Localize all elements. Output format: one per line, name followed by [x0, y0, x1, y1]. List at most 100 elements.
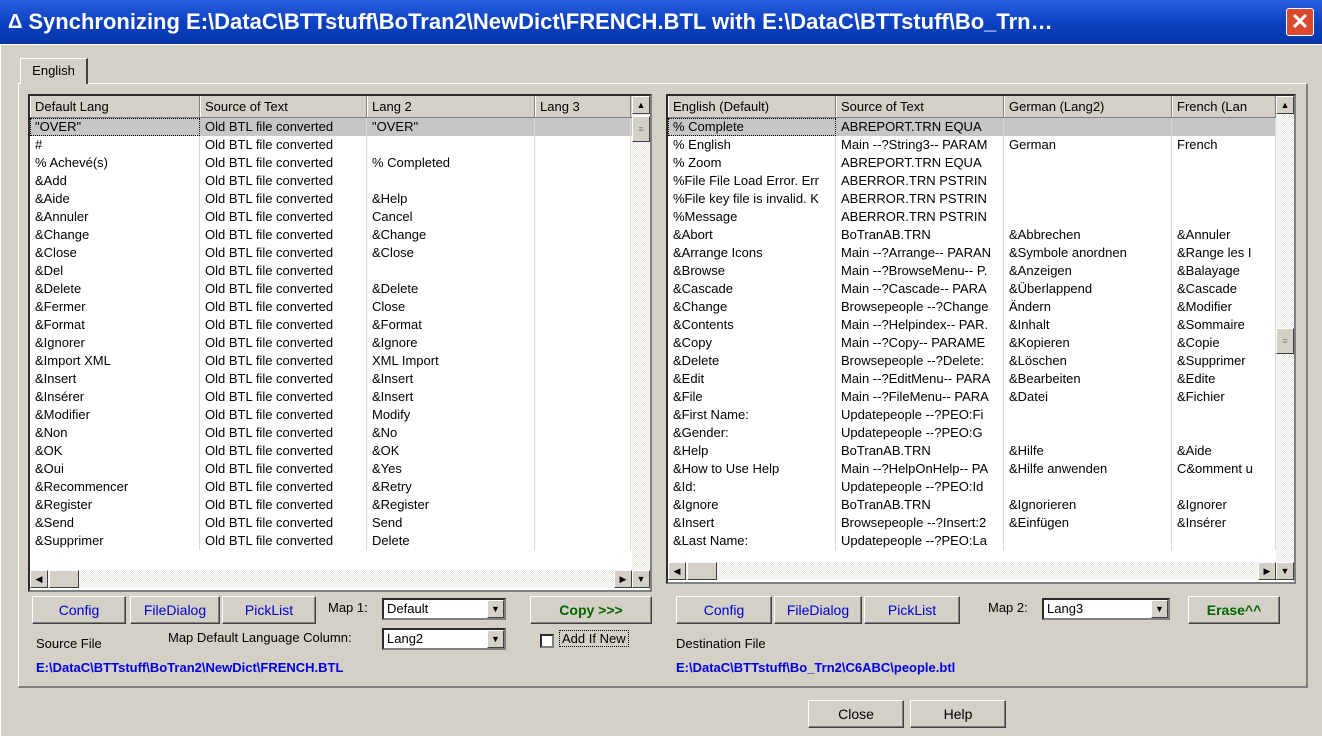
table-row[interactable]: &Gender: Updatepeople --?PEO:G	[668, 424, 1294, 442]
table-row[interactable]: &Import XML Old BTL file converted XML Imp…	[30, 352, 650, 370]
table-row[interactable]: %Message ABERROR.TRN PSTRIN	[668, 208, 1294, 226]
scroll-right-icon[interactable]: ▶	[1258, 562, 1276, 580]
table-row[interactable]: &Non Old BTL file converted &No	[30, 424, 650, 442]
col-header-lang3[interactable]: Lang 3	[535, 96, 631, 117]
table-row[interactable]: %File File Load Error. Err ABERROR.TRN PS…	[668, 172, 1294, 190]
table-row[interactable]: &File Main --?FileMenu-- PARA &Datei &Fichi…	[668, 388, 1294, 406]
tab-english[interactable]: English	[20, 58, 88, 84]
col-header-default-lang[interactable]: Default Lang	[30, 96, 200, 117]
right-config-button[interactable]: Config	[676, 596, 772, 624]
table-row[interactable]: % Zoom ABREPORT.TRN EQUA	[668, 154, 1294, 172]
right-picklist-button[interactable]: PickList	[864, 596, 960, 624]
table-row[interactable]: &Last Name: Updatepeople --?PEO:La	[668, 532, 1294, 550]
map2-select[interactable]: Lang3 ▼	[1042, 598, 1170, 620]
table-row[interactable]: &Insert Browsepeople --?Insert:2 &Einfügen…	[668, 514, 1294, 532]
table-cell	[535, 370, 631, 388]
table-row[interactable]: &Id: Updatepeople --?PEO:Id	[668, 478, 1294, 496]
table-row[interactable]: # Old BTL file converted	[30, 136, 650, 154]
col-header-lang2[interactable]: Lang 2	[367, 96, 535, 117]
scroll-left-icon[interactable]: ◀	[668, 562, 686, 580]
map-default-language-value: Lang2	[387, 631, 424, 646]
table-row[interactable]: &Help BoTranAB.TRN &Hilfe &Aide	[668, 442, 1294, 460]
close-button[interactable]: Close	[808, 700, 904, 728]
scroll-down-icon[interactable]: ▼	[1276, 562, 1294, 580]
table-row[interactable]: &Oui Old BTL file converted &Yes	[30, 460, 650, 478]
table-row[interactable]: &Register Old BTL file converted &Register	[30, 496, 650, 514]
left-config-button[interactable]: Config	[32, 596, 126, 624]
left-filedialog-button[interactable]: FileDialog	[130, 596, 220, 624]
table-row[interactable]: &Add Old BTL file converted	[30, 172, 650, 190]
scroll-thumb[interactable]: ≡	[1276, 328, 1294, 354]
table-row[interactable]: &First Name: Updatepeople --?PEO:Fi	[668, 406, 1294, 424]
table-row[interactable]: &Del Old BTL file converted	[30, 262, 650, 280]
erase-button[interactable]: Erase^^	[1188, 596, 1280, 624]
table-row[interactable]: &Close Old BTL file converted &Close	[30, 244, 650, 262]
map1-select[interactable]: Default ▼	[382, 598, 506, 620]
scroll-thumb[interactable]: ≡	[632, 116, 650, 142]
table-row[interactable]: &Aide Old BTL file converted &Help	[30, 190, 650, 208]
destination-horizontal-scrollbar[interactable]: ◀ ▶ ▼	[668, 562, 1294, 580]
table-row[interactable]: % English Main --?String3-- PARAM German Fr…	[668, 136, 1294, 154]
table-row[interactable]: % Achevé(s) Old BTL file converted% Compl…	[30, 154, 650, 172]
table-row[interactable]: &Copy Main --?Copy-- PARAME &Kopieren &Copi…	[668, 334, 1294, 352]
table-row[interactable]: &Insert Old BTL file converted &Insert	[30, 370, 650, 388]
table-row[interactable]: &Supprimer Old BTL file converted Delete	[30, 532, 650, 550]
col-header-source-of-text[interactable]: Source of Text	[200, 96, 367, 117]
h-scroll-thumb[interactable]	[687, 562, 717, 580]
table-row[interactable]: &Contents Main --?Helpindex-- PAR. &Inhalt…	[668, 316, 1294, 334]
left-picklist-button[interactable]: PickList	[222, 596, 316, 624]
table-row[interactable]: %File key file is invalid. K ABERROR.TRN …	[668, 190, 1294, 208]
table-row[interactable]: &Annuler Old BTL file converted Cancel	[30, 208, 650, 226]
table-row[interactable]: &Modifier Old BTL file converted Modify	[30, 406, 650, 424]
scroll-left-icon[interactable]: ◀	[30, 570, 48, 588]
table-row[interactable]: &Format Old BTL file converted &Format	[30, 316, 650, 334]
table-cell: Old BTL file converted	[200, 352, 367, 370]
source-horizontal-scrollbar[interactable]: ◀ ▶ ▼	[30, 570, 650, 588]
table-row[interactable]: &Insérer Old BTL file converted &Insert	[30, 388, 650, 406]
chevron-down-icon[interactable]: ▼	[1151, 600, 1168, 618]
col-header-source-of-text[interactable]: Source of Text	[836, 96, 1004, 117]
h-scroll-thumb[interactable]	[49, 570, 79, 588]
table-row[interactable]: &Ignorer Old BTL file converted &Ignore	[30, 334, 650, 352]
help-button[interactable]: Help	[910, 700, 1006, 728]
table-row[interactable]: &Ignore BoTranAB.TRN &Ignorieren &Ignorer	[668, 496, 1294, 514]
close-window-icon[interactable]: ✕	[1286, 8, 1314, 36]
table-row[interactable]: &Abort BoTranAB.TRN &Abbrechen &Annuler	[668, 226, 1294, 244]
scroll-up-icon[interactable]: ▲	[632, 96, 650, 114]
table-row[interactable]: &How to Use Help Main --?HelpOnHelp-- PA &…	[668, 460, 1294, 478]
table-row[interactable]: &Edit Main --?EditMenu-- PARA &Bearbeiten &…	[668, 370, 1294, 388]
add-if-new-checkbox[interactable]	[540, 634, 554, 648]
chevron-down-icon[interactable]: ▼	[487, 600, 504, 618]
copy-button[interactable]: Copy >>>	[530, 596, 652, 624]
scroll-up-icon[interactable]: ▲	[1276, 96, 1294, 114]
source-grid[interactable]: Default Lang Source of Text Lang 2 Lang …	[28, 94, 652, 592]
table-row[interactable]: &Delete Browsepeople --?Delete: &Löschen &S…	[668, 352, 1294, 370]
source-vertical-scrollbar[interactable]: ▲ ≡	[632, 96, 650, 572]
table-cell	[367, 262, 535, 280]
col-header-german-lang2[interactable]: German (Lang2)	[1004, 96, 1172, 117]
table-row[interactable]: &Browse Main --?BrowseMenu-- P. &Anzeigen &…	[668, 262, 1294, 280]
table-row[interactable]: &Send Old BTL file converted Send	[30, 514, 650, 532]
destination-grid[interactable]: English (Default) Source of Text German …	[666, 94, 1296, 584]
table-row[interactable]: &Recommencer Old BTL file converted &Retry	[30, 478, 650, 496]
destination-vertical-scrollbar[interactable]: ▲ ≡	[1276, 96, 1294, 562]
table-row[interactable]: &Delete Old BTL file converted &Delete	[30, 280, 650, 298]
table-row[interactable]: % Complete ABREPORT.TRN EQUA	[668, 118, 1294, 136]
table-cell: Updatepeople --?PEO:G	[836, 424, 1004, 442]
scroll-down-icon[interactable]: ▼	[632, 570, 650, 588]
right-filedialog-button[interactable]: FileDialog	[774, 596, 862, 624]
table-row[interactable]: &Change Browsepeople --?Change Ändern &Modi…	[668, 298, 1294, 316]
col-header-french[interactable]: French (Lan	[1172, 96, 1276, 117]
table-row[interactable]: &Arrange Icons Main --?Arrange-- PARAN &Sy…	[668, 244, 1294, 262]
table-row[interactable]: &OK Old BTL file converted &OK	[30, 442, 650, 460]
table-row[interactable]: &Change Old BTL file converted &Change	[30, 226, 650, 244]
map-default-language-select[interactable]: Lang2 ▼	[382, 628, 506, 650]
table-row[interactable]: &Cascade Main --?Cascade-- PARA &Überlappe…	[668, 280, 1294, 298]
table-row[interactable]: &Fermer Old BTL file converted Close	[30, 298, 650, 316]
add-if-new-label[interactable]: Add If New	[559, 630, 629, 647]
scroll-right-icon[interactable]: ▶	[614, 570, 632, 588]
table-cell: &Abort	[668, 226, 836, 244]
chevron-down-icon[interactable]: ▼	[487, 630, 504, 648]
table-row[interactable]: "OVER" Old BTL file converted "OVER"	[30, 118, 650, 136]
col-header-english-default[interactable]: English (Default)	[668, 96, 836, 117]
